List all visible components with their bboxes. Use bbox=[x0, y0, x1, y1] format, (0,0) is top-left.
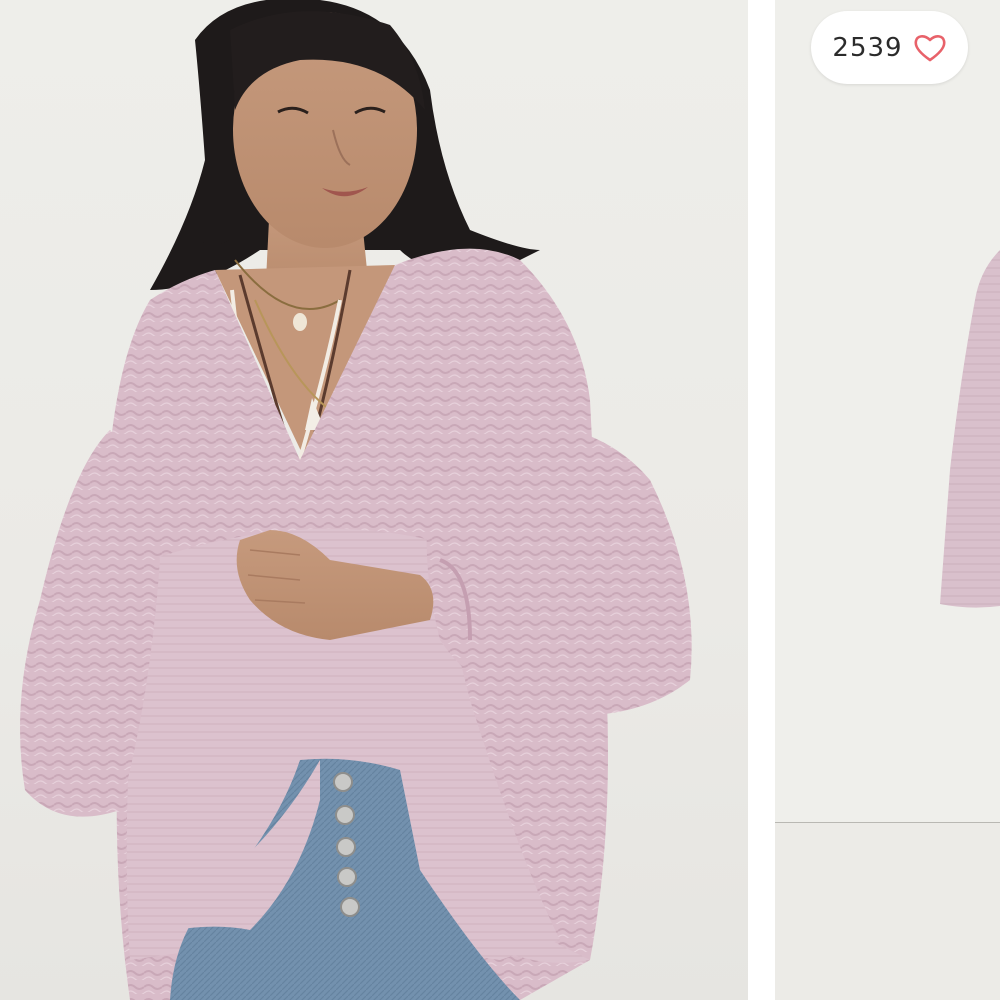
like-button[interactable]: 2539 bbox=[811, 11, 968, 84]
heart-outline-icon bbox=[914, 34, 946, 61]
likes-count: 2539 bbox=[832, 32, 903, 63]
product-photo-next[interactable] bbox=[775, 0, 1000, 1000]
backdrop-floor bbox=[775, 822, 1000, 1000]
product-image-gallery: 2539 bbox=[0, 0, 1000, 1000]
product-photo-main[interactable] bbox=[0, 0, 748, 1000]
